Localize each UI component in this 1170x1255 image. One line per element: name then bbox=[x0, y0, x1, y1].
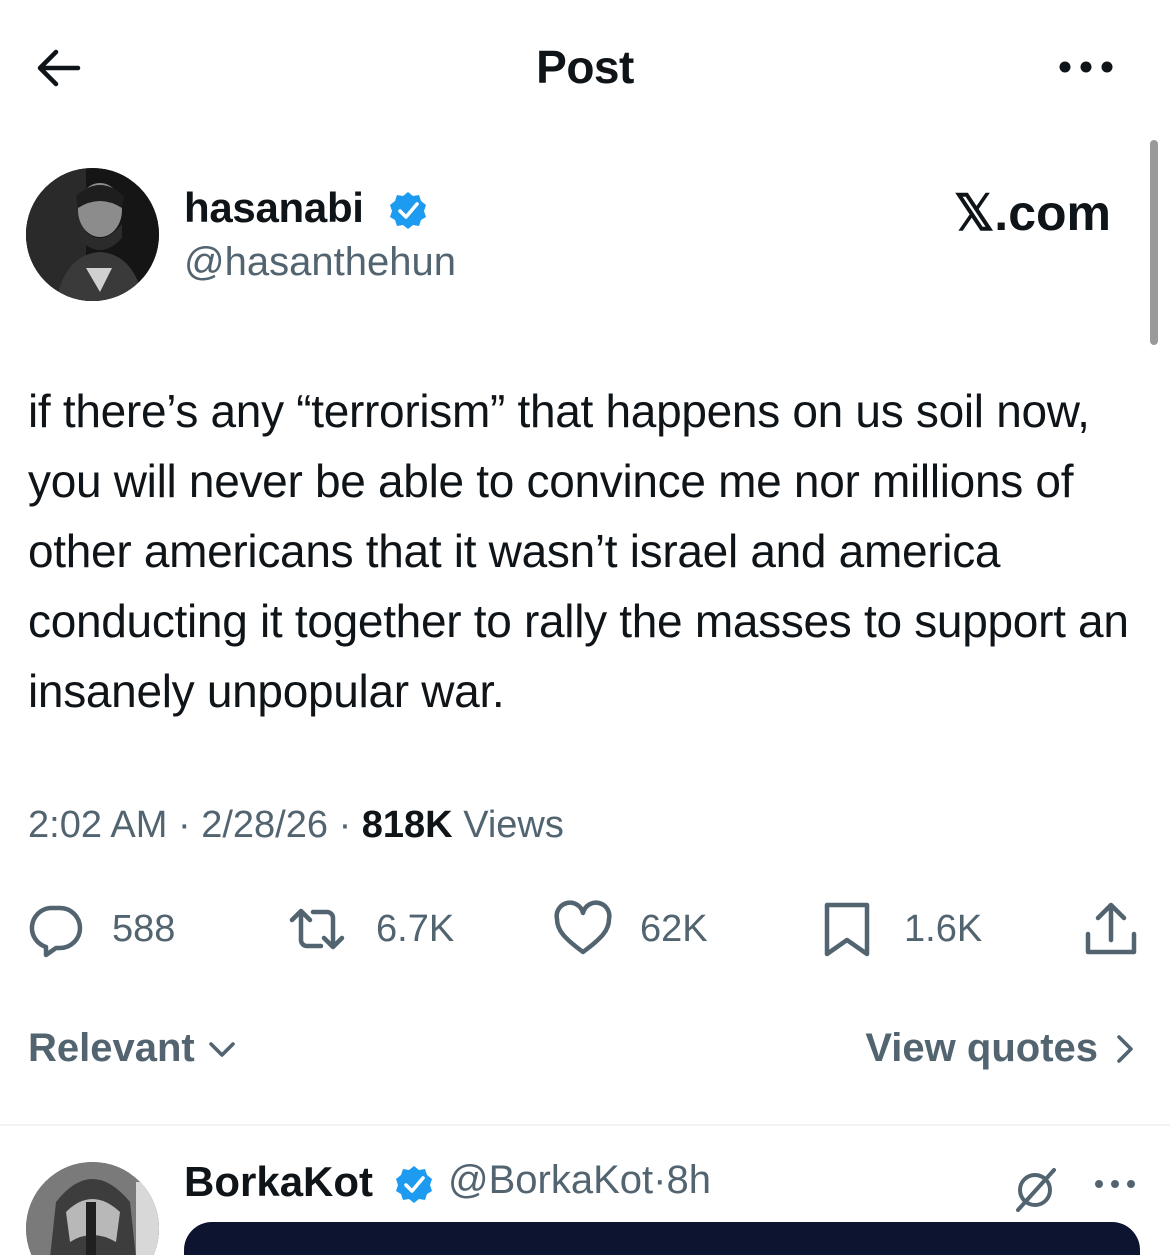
repost-icon bbox=[289, 908, 345, 950]
page-title: Post bbox=[536, 41, 634, 93]
repost-count: 6.7K bbox=[376, 907, 455, 950]
reply-button[interactable]: 588 bbox=[26, 896, 175, 962]
author-handle[interactable]: @hasanthehun bbox=[184, 240, 456, 285]
sort-label: Relevant bbox=[28, 1026, 195, 1070]
views-label: Views bbox=[463, 804, 564, 846]
chevron-right-icon bbox=[1117, 1034, 1133, 1063]
reply-count: 588 bbox=[112, 907, 176, 950]
like-button[interactable]: 62K bbox=[554, 896, 708, 962]
x-com-badge-label: 𝕏.com bbox=[954, 185, 1111, 241]
reply-age[interactable]: 8h bbox=[666, 1158, 711, 1202]
meta-separator: · bbox=[177, 804, 202, 846]
view-quotes-label: View quotes bbox=[865, 1026, 1098, 1070]
reply-handle-row: @BorkaKot·8h bbox=[448, 1158, 711, 1203]
view-quotes-link[interactable]: View quotes bbox=[865, 1026, 1142, 1071]
repost-button[interactable]: 6.7K bbox=[288, 896, 454, 962]
author-avatar[interactable] bbox=[26, 168, 159, 301]
grok-icon[interactable] bbox=[1010, 1164, 1060, 1214]
share-button[interactable] bbox=[1082, 896, 1140, 962]
bookmark-button[interactable]: 1.6K bbox=[818, 896, 982, 962]
top-app-bar: Post bbox=[0, 0, 1170, 135]
reply-separator: · bbox=[653, 1158, 667, 1202]
more-horizontal-icon[interactable] bbox=[1092, 1174, 1138, 1194]
verified-badge-icon bbox=[390, 192, 426, 229]
verified-badge-icon bbox=[396, 1166, 432, 1203]
post-date[interactable]: 2/28/26 bbox=[201, 804, 328, 846]
views-count[interactable]: 818K bbox=[362, 804, 453, 846]
share-icon bbox=[1085, 902, 1137, 955]
reply-display-name[interactable]: BorkaKot bbox=[184, 1158, 373, 1206]
more-horizontal-icon[interactable] bbox=[1056, 52, 1116, 82]
chevron-down-icon bbox=[208, 1041, 235, 1057]
author-display-name[interactable]: hasanabi bbox=[184, 184, 364, 232]
reply-media-image[interactable] bbox=[184, 1222, 1140, 1255]
x-com-badge: 𝕏.com bbox=[954, 185, 1111, 241]
bookmark-icon bbox=[824, 902, 870, 957]
post-meta: 2:02 AM · 2/28/26 · 818K Views bbox=[28, 804, 564, 847]
post-actions: 588 6.7K 62K 1.6K bbox=[0, 896, 1170, 966]
reply-item[interactable]: BorkaKot @BorkaKot·8h bbox=[0, 1126, 1170, 1255]
like-count: 62K bbox=[640, 907, 708, 950]
reply-icon bbox=[29, 905, 83, 958]
bookmark-count: 1.6K bbox=[904, 907, 983, 950]
reply-handle[interactable]: @BorkaKot bbox=[448, 1158, 653, 1202]
scrollbar[interactable] bbox=[1150, 140, 1158, 345]
heart-icon bbox=[554, 900, 612, 955]
sort-dropdown[interactable]: Relevant bbox=[28, 1026, 239, 1071]
post-time[interactable]: 2:02 AM bbox=[28, 804, 167, 846]
post-text: if there’s any “terrorism” that happens … bbox=[28, 385, 1129, 717]
reply-avatar-photo bbox=[26, 1162, 159, 1255]
avatar-photo bbox=[26, 168, 159, 301]
post-author: hasanabi @hasanthehun 𝕏.com bbox=[26, 168, 1146, 308]
meta-separator: · bbox=[338, 804, 362, 846]
reply-avatar[interactable] bbox=[26, 1162, 159, 1255]
